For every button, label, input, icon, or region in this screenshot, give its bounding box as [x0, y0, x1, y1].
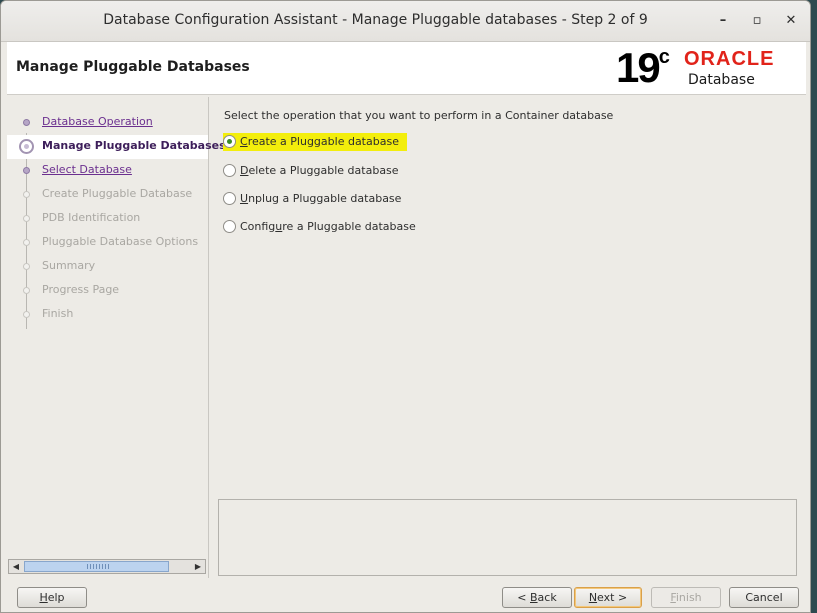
sidebar-horizontal-scrollbar[interactable]: ◀ ▶ — [8, 559, 206, 574]
step-status-icon — [23, 191, 30, 198]
step-label: Finish — [42, 307, 74, 320]
scroll-left-icon[interactable]: ◀ — [9, 560, 23, 573]
next-button[interactable]: Next > — [574, 587, 642, 608]
message-area — [218, 499, 797, 576]
option-label: Delete a Pluggable database — [240, 164, 399, 177]
step-label: Summary — [42, 259, 96, 272]
step-label: PDB Identification — [42, 211, 141, 224]
radio-create-pdb[interactable] — [223, 135, 236, 148]
scrollbar-grip — [87, 564, 109, 569]
step-select-database[interactable]: Select Database — [7, 159, 208, 183]
step-database-operation[interactable]: Database Operation — [7, 111, 208, 135]
step-create-pluggable-database: Create Pluggable Database — [7, 183, 208, 207]
cancel-button[interactable]: Cancel — [729, 587, 799, 608]
step-status-icon — [23, 287, 30, 294]
step-summary: Summary — [7, 255, 208, 279]
step-label[interactable]: Select Database — [42, 163, 132, 176]
operation-prompt: Select the operation that you want to pe… — [224, 109, 614, 122]
close-icon[interactable]: ✕ — [781, 11, 801, 31]
step-status-icon — [23, 311, 30, 318]
maximize-icon[interactable]: ▫ — [747, 11, 767, 31]
radio-delete-pdb[interactable] — [223, 164, 236, 177]
product-name: Database — [688, 72, 755, 88]
main-panel: Select the operation that you want to pe… — [209, 97, 806, 578]
radio-unplug-pdb[interactable] — [223, 192, 236, 205]
title-bar: Database Configuration Assistant - Manag… — [1, 1, 810, 42]
option-label: Create a Pluggable database — [240, 135, 399, 148]
step-status-icon — [23, 215, 30, 222]
step-label[interactable]: Database Operation — [42, 115, 153, 128]
step-label: Pluggable Database Options — [42, 235, 199, 248]
page-header: Manage Pluggable Databases 19c ORACLE Da… — [7, 42, 806, 95]
step-manage-pluggable-databases: Manage Pluggable Databases — [7, 135, 226, 159]
step-pdb-identification: PDB Identification — [7, 207, 208, 231]
step-label: Progress Page — [42, 283, 120, 296]
window-title: Database Configuration Assistant - Manag… — [103, 12, 648, 28]
step-progress-page: Progress Page — [7, 279, 208, 303]
scroll-right-icon[interactable]: ▶ — [191, 560, 205, 573]
option-create-pdb[interactable]: Create a Pluggable database — [223, 133, 407, 151]
finish-button[interactable]: Finish — [651, 587, 721, 608]
step-status-icon — [23, 167, 30, 174]
oracle-logo: 19c ORACLE Database — [616, 44, 796, 91]
step-pluggable-database-options: Pluggable Database Options — [7, 231, 208, 255]
step-label: Create Pluggable Database — [42, 187, 193, 200]
step-label: Manage Pluggable Databases — [42, 139, 226, 152]
radio-configure-pdb[interactable] — [223, 220, 236, 233]
version-badge: 19c — [616, 44, 670, 91]
dbca-window: Database Configuration Assistant - Manag… — [0, 0, 811, 613]
steps-sidebar: Database Operation Manage Pluggable Datab… — [7, 97, 226, 578]
minimize-icon[interactable]: – — [713, 11, 733, 31]
step-status-icon — [23, 119, 30, 126]
help-button[interactable]: Help — [17, 587, 87, 608]
step-status-icon — [23, 263, 30, 270]
button-bar: Help < Back Next > Finish Cancel — [7, 579, 806, 612]
page-title: Manage Pluggable Databases — [16, 59, 250, 75]
step-status-icon — [23, 239, 30, 246]
step-finish: Finish — [7, 303, 208, 327]
option-label: Configure a Pluggable database — [240, 220, 416, 233]
option-label: Unplug a Pluggable database — [240, 192, 402, 205]
oracle-wordmark: ORACLE — [684, 48, 775, 70]
step-status-icon — [19, 139, 34, 154]
steps-list: Database Operation Manage Pluggable Datab… — [7, 111, 226, 329]
back-button[interactable]: < Back — [502, 587, 572, 608]
scrollbar-thumb[interactable] — [24, 561, 169, 572]
